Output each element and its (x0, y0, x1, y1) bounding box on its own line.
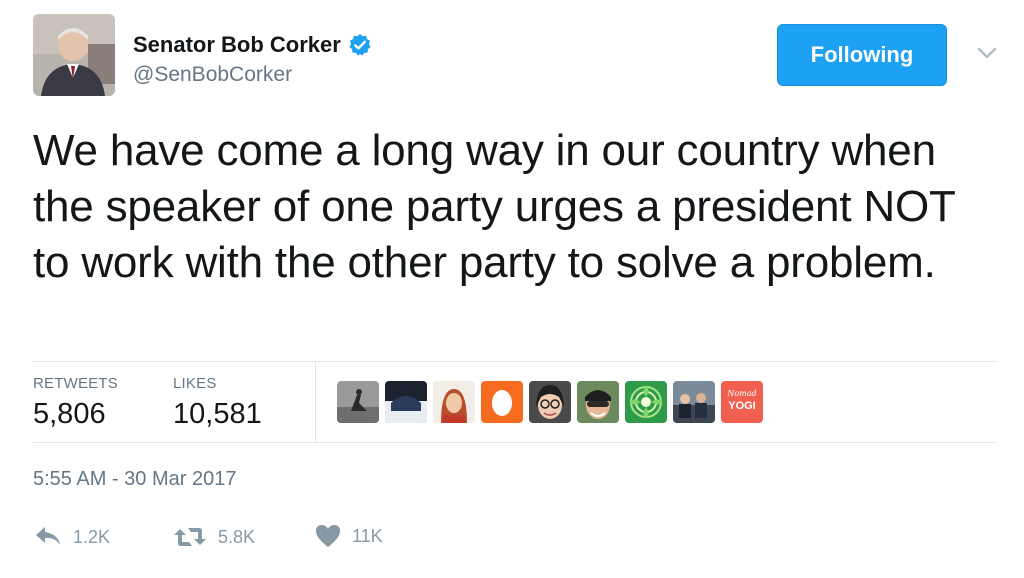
stats-top-divider (33, 361, 997, 362)
retweets-value: 5,806 (33, 398, 106, 430)
retweets-label: RETWEETS (33, 375, 118, 392)
nomad-yogi-logo-top-text: Nomad (726, 389, 756, 398)
reply-count: 1.2K (73, 526, 111, 547)
likes-label: LIKES (173, 375, 217, 392)
tweet-timestamp[interactable]: 5:55 AM - 30 Mar 2017 (33, 468, 236, 491)
reply-icon (33, 523, 63, 551)
likes-value: 10,581 (173, 398, 262, 430)
like-button[interactable]: 11K (314, 523, 383, 549)
reply-button[interactable]: 1.2K (33, 523, 110, 551)
nomad-yogi-logo[interactable]: Nomad YOGI (721, 381, 763, 423)
liker-avatar[interactable] (673, 381, 715, 423)
likes-stat[interactable]: LIKES 10,581 (173, 375, 262, 431)
liker-avatar[interactable] (385, 381, 427, 423)
stats-bottom-divider (33, 442, 997, 443)
liker-avatar[interactable] (481, 381, 523, 423)
liker-avatar[interactable] (577, 381, 619, 423)
like-count: 11K (352, 525, 383, 546)
tweet-text: We have come a long way in our country w… (33, 126, 955, 287)
retweets-stat[interactable]: RETWEETS 5,806 (33, 375, 118, 431)
author-name-row[interactable]: Senator Bob Corker (133, 30, 372, 60)
heart-icon (314, 523, 342, 549)
tweet-card: Senator Bob Corker @SenBobCorker Followi… (0, 0, 1024, 578)
retweet-icon (172, 523, 208, 551)
liker-avatar[interactable] (529, 381, 571, 423)
liker-avatar[interactable] (625, 381, 667, 423)
author-name[interactable]: Senator Bob Corker (133, 32, 341, 58)
stats-vertical-divider (315, 362, 316, 442)
retweet-count: 5.8K (218, 526, 256, 547)
liker-avatar[interactable] (337, 381, 379, 423)
following-button[interactable]: Following (777, 24, 947, 86)
chevron-down-icon[interactable] (974, 40, 1000, 66)
retweet-button[interactable]: 5.8K (172, 523, 255, 551)
likers-avatar-row: Nomad YOGI (337, 381, 763, 423)
verified-badge-icon (348, 33, 372, 57)
author-avatar[interactable] (33, 14, 115, 96)
nomad-yogi-logo-main-text: YOGI (728, 400, 756, 412)
liker-avatar[interactable] (433, 381, 475, 423)
author-handle[interactable]: @SenBobCorker (133, 63, 292, 87)
